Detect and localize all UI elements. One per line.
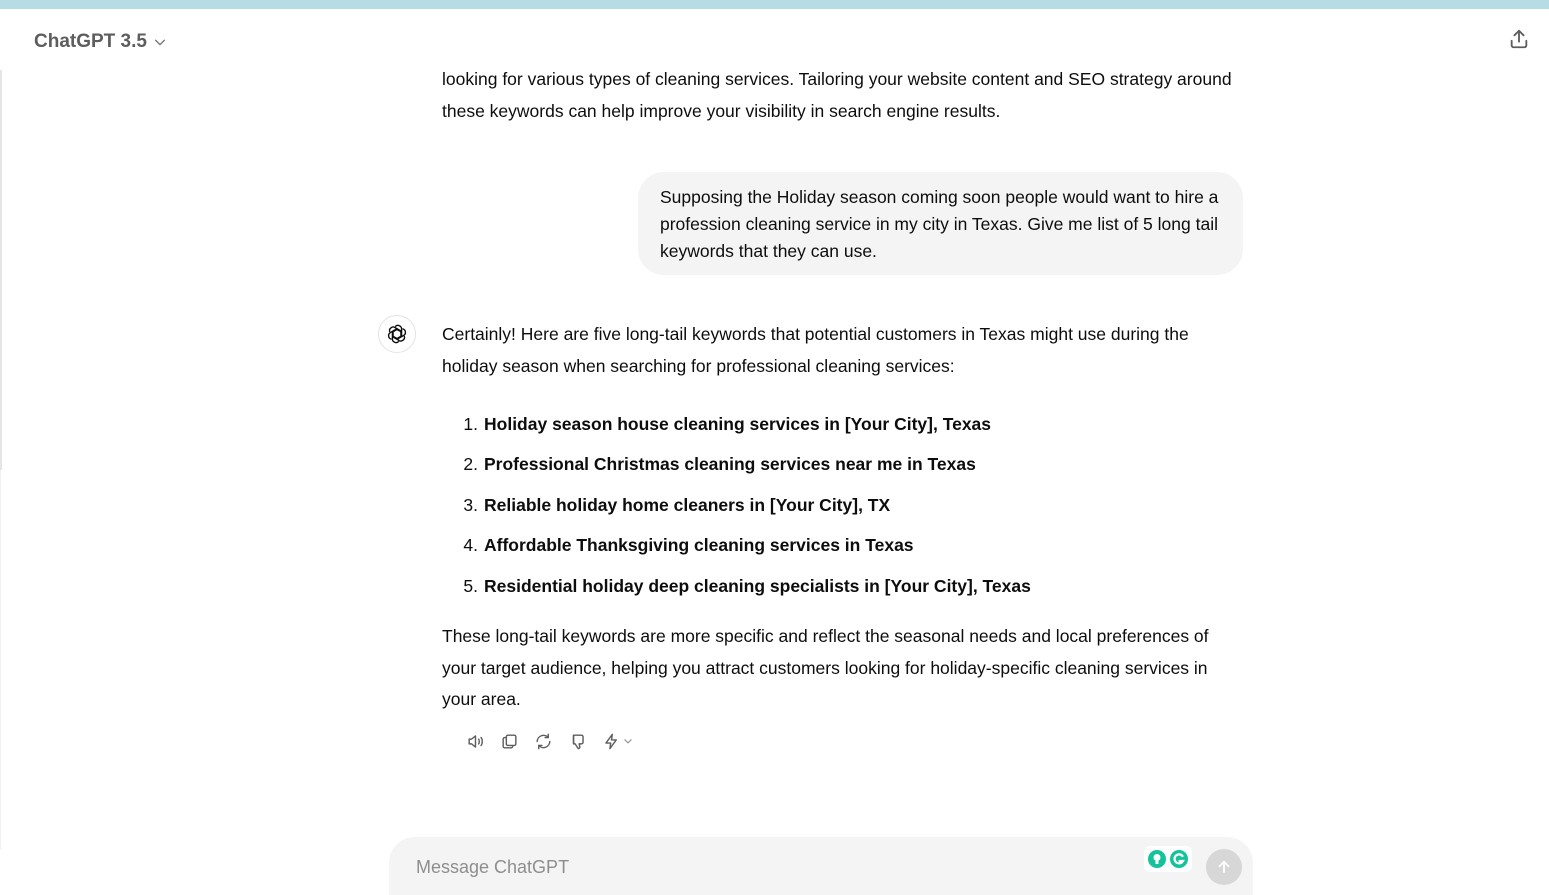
- openai-logo-icon: [387, 324, 407, 344]
- assistant-outro-text: These long-tail keywords are more specif…: [442, 626, 1209, 709]
- lightbulb-icon[interactable]: [1147, 849, 1167, 869]
- chevron-down-icon: [154, 39, 166, 46]
- assistant-intro-text: Certainly! Here are five long-tail keywo…: [442, 324, 1189, 376]
- lightning-icon: [604, 733, 617, 749]
- keyword-text: Affordable Thanksgiving cleaning service…: [484, 535, 914, 556]
- list-number: 2.: [463, 454, 478, 475]
- chevron-down-icon: [623, 739, 632, 744]
- list-item: 5. Residential holiday deep cleaning spec…: [442, 566, 1242, 607]
- sidebar-edge-lower: [0, 470, 1, 850]
- arrow-up-icon: [1218, 860, 1230, 874]
- list-item: 1. Holiday season house cleaning services…: [442, 404, 1242, 445]
- list-item: 4. Affordable Thanksgiving cleaning servi…: [442, 526, 1242, 567]
- keyword-text: Reliable holiday home cleaners in [Your …: [484, 494, 891, 515]
- keyword-list: 1. Holiday season house cleaning services…: [442, 404, 1242, 607]
- share-button[interactable]: [1502, 22, 1536, 56]
- list-item: 3. Reliable holiday home cleaners in [You…: [442, 485, 1242, 526]
- share-icon: [1510, 29, 1528, 49]
- send-button[interactable]: [1206, 849, 1242, 885]
- list-item: 2. Professional Christmas cleaning servic…: [442, 445, 1242, 486]
- copy-button[interactable]: [496, 728, 522, 754]
- change-model-button[interactable]: [598, 728, 636, 754]
- thumbs-down-icon: [572, 733, 584, 749]
- read-aloud-icon: [467, 734, 483, 748]
- list-number: 3.: [463, 494, 478, 515]
- regenerate-icon: [535, 733, 551, 749]
- message-composer: [389, 837, 1253, 895]
- read-aloud-button[interactable]: [462, 728, 488, 754]
- previous-assistant-text: looking for various types of cleaning se…: [442, 69, 1232, 121]
- list-number: 5.: [463, 575, 478, 596]
- message-actions: [462, 727, 636, 755]
- user-message-bubble: Supposing the Holiday season coming soon…: [638, 172, 1243, 275]
- model-label: ChatGPT 3.5: [34, 31, 147, 52]
- sidebar-edge: [0, 70, 2, 470]
- message-input[interactable]: [414, 851, 1118, 883]
- assistant-avatar: [378, 315, 416, 353]
- keyword-text: Holiday season house cleaning services i…: [484, 413, 992, 434]
- list-number: 1.: [463, 413, 478, 434]
- copy-icon: [501, 733, 517, 749]
- regenerate-button[interactable]: [530, 728, 556, 754]
- keyword-text: Residential holiday deep cleaning specia…: [484, 575, 1031, 596]
- model-switcher[interactable]: ChatGPT 3.5: [26, 24, 175, 60]
- list-number: 4.: [463, 535, 478, 556]
- bad-response-button[interactable]: [564, 728, 590, 754]
- extension-badges: [1144, 846, 1192, 872]
- keyword-text: Professional Christmas cleaning services…: [484, 454, 976, 475]
- browser-top-strip: [0, 0, 1549, 9]
- grammarly-icon[interactable]: [1169, 849, 1189, 869]
